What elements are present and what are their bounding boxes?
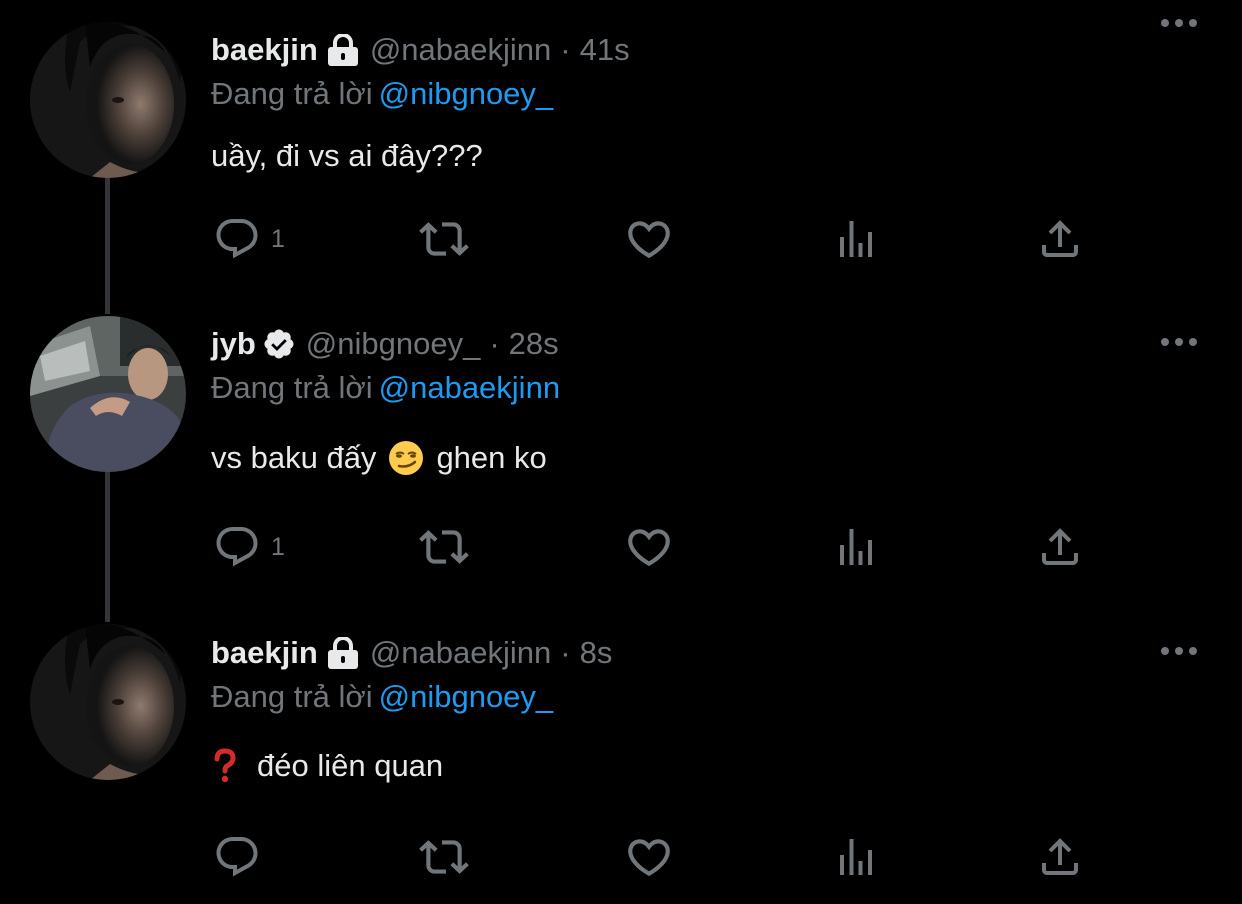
user-handle[interactable]: @nibgnoey_ bbox=[306, 326, 481, 362]
lock-icon bbox=[326, 34, 360, 66]
more-options-icon[interactable] bbox=[1160, 644, 1198, 658]
share-icon bbox=[1036, 523, 1084, 571]
replying-to: Đang trả lời @nibgnoey_ bbox=[211, 679, 553, 715]
retweet-button[interactable] bbox=[416, 832, 472, 882]
reply-button[interactable]: 1 bbox=[213, 522, 285, 572]
display-name[interactable]: baekjin bbox=[211, 635, 318, 671]
tweet-actions: 1 bbox=[0, 522, 1242, 572]
avatar[interactable] bbox=[30, 316, 186, 472]
more-options-icon[interactable] bbox=[1160, 335, 1198, 349]
retweet-icon bbox=[416, 214, 472, 264]
replying-to-label: Đang trả lời bbox=[211, 679, 373, 714]
display-name[interactable]: jyb bbox=[211, 326, 256, 362]
separator-dot: · bbox=[489, 326, 500, 361]
tweet-actions bbox=[0, 832, 1242, 882]
verified-icon bbox=[262, 327, 296, 361]
user-handle[interactable]: @nabaekjinn bbox=[370, 32, 551, 68]
timestamp[interactable]: 28s bbox=[509, 326, 559, 362]
red-question-mark-emoji bbox=[211, 748, 239, 784]
tweet-text: đéo liên quan bbox=[211, 748, 443, 784]
tweet-text-content: vs baku đấy bbox=[211, 440, 377, 475]
avatar-image bbox=[30, 624, 186, 780]
avatar[interactable] bbox=[30, 22, 186, 178]
user-handle[interactable]: @nabaekjinn bbox=[370, 635, 551, 671]
tweet-text: uầy, đi vs ai đây??? bbox=[211, 138, 483, 174]
replying-to: Đang trả lời @nibgnoey_ bbox=[211, 76, 553, 112]
display-name[interactable]: baekjin bbox=[211, 32, 318, 68]
reply-icon bbox=[213, 215, 261, 263]
separator-dot: · bbox=[560, 32, 571, 67]
smirk-emoji bbox=[388, 440, 424, 476]
reply-icon bbox=[213, 833, 261, 881]
tweet-text-content: đéo liên quan bbox=[257, 748, 444, 783]
avatar-image bbox=[30, 22, 186, 178]
tweet-actions: 1 bbox=[0, 214, 1242, 264]
tweet-text-content: ghen ko bbox=[436, 440, 547, 475]
tweet-header: baekjin @nabaekjinn · 41s bbox=[211, 26, 630, 74]
replying-to-label: Đang trả lời bbox=[211, 370, 373, 405]
heart-icon bbox=[624, 214, 674, 264]
retweet-icon bbox=[416, 832, 472, 882]
tweet-text-content: uầy, đi vs ai đây??? bbox=[211, 138, 483, 173]
more-options-icon[interactable] bbox=[1160, 16, 1198, 30]
like-button[interactable] bbox=[624, 832, 674, 882]
separator-dot: · bbox=[560, 635, 571, 670]
reply-count: 1 bbox=[271, 224, 285, 253]
views-button[interactable] bbox=[832, 522, 880, 572]
reply-icon bbox=[213, 523, 261, 571]
views-button[interactable] bbox=[832, 832, 880, 882]
like-button[interactable] bbox=[624, 214, 674, 264]
avatar-image bbox=[30, 316, 186, 472]
views-icon bbox=[832, 215, 880, 263]
tweet-header: baekjin @nabaekjinn · 8s bbox=[211, 629, 612, 677]
retweet-icon bbox=[416, 522, 472, 572]
replying-to: Đang trả lời @nabaekjinn bbox=[211, 370, 560, 406]
replying-to-label: Đang trả lời bbox=[211, 76, 373, 111]
like-button[interactable] bbox=[624, 522, 674, 572]
lock-icon bbox=[326, 637, 360, 669]
share-button[interactable] bbox=[1036, 522, 1084, 572]
share-icon bbox=[1036, 215, 1084, 263]
views-icon bbox=[832, 833, 880, 881]
avatar[interactable] bbox=[30, 624, 186, 780]
views-icon bbox=[832, 523, 880, 571]
share-button[interactable] bbox=[1036, 832, 1084, 882]
mention-link[interactable]: @nibgnoey_ bbox=[379, 76, 554, 111]
retweet-button[interactable] bbox=[416, 522, 472, 572]
retweet-button[interactable] bbox=[416, 214, 472, 264]
reply-button[interactable] bbox=[213, 832, 271, 882]
tweet-header: jyb @nibgnoey_ · 28s bbox=[211, 320, 559, 368]
tweet-text: vs baku đấy ghen ko bbox=[211, 440, 547, 476]
share-icon bbox=[1036, 833, 1084, 881]
timestamp[interactable]: 41s bbox=[580, 32, 630, 68]
reply-button[interactable]: 1 bbox=[213, 214, 285, 264]
heart-icon bbox=[624, 832, 674, 882]
heart-icon bbox=[624, 522, 674, 572]
timestamp[interactable]: 8s bbox=[580, 635, 613, 671]
mention-link[interactable]: @nibgnoey_ bbox=[379, 679, 554, 714]
reply-thread: baekjin @nabaekjinn · 41s Đang trả lời @n… bbox=[0, 0, 1242, 904]
views-button[interactable] bbox=[832, 214, 880, 264]
share-button[interactable] bbox=[1036, 214, 1084, 264]
reply-count: 1 bbox=[271, 532, 285, 561]
mention-link[interactable]: @nabaekjinn bbox=[379, 370, 560, 405]
